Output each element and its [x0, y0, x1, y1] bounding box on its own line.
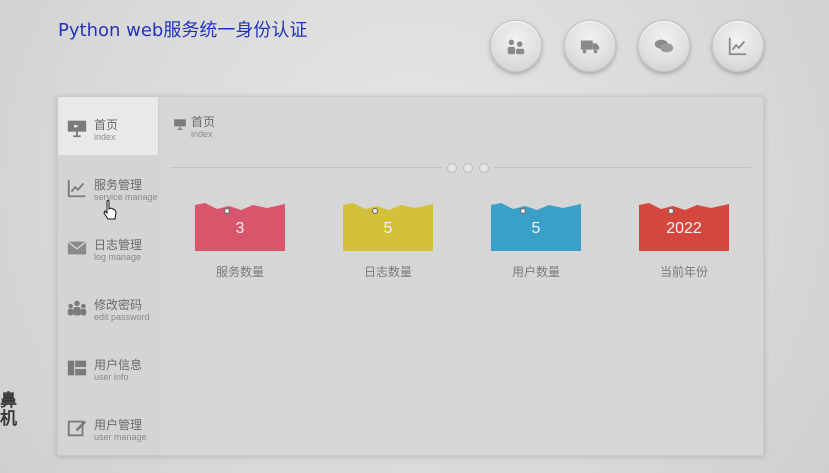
chat-button[interactable] — [638, 20, 690, 72]
breadcrumb: 首页 index — [173, 115, 215, 140]
sidebar-item-sublabel: edit password — [94, 312, 150, 322]
sidebar: 首页 index 服务管理 service manage 日志管理 log manag… — [58, 97, 159, 455]
app-title: Python web服务统一身份认证 — [58, 20, 308, 41]
envelope-icon — [67, 241, 87, 255]
stat-value: 5 — [531, 220, 541, 237]
stat-label: 当前年份 — [659, 265, 708, 279]
sidebar-item-label: 用户信息 — [94, 358, 143, 372]
stat-card-services: 3 服务数量 — [195, 203, 285, 280]
edit-icon — [67, 420, 87, 437]
presentation-icon — [174, 119, 186, 130]
stat-label: 用户数量 — [511, 265, 560, 279]
stat-card-year: 2022 当前年份 — [639, 203, 729, 280]
stat-value: 5 — [383, 220, 393, 237]
chart-icon — [728, 37, 747, 56]
stat-label: 日志数量 — [363, 265, 412, 279]
sidebar-item-label: 用户管理 — [94, 418, 143, 432]
stat-cards: 3 服务数量 5 日志数量 5 用户数量 2022 当前年份 — [195, 203, 729, 280]
sidebar-item-user-info[interactable]: 用户信息 user info — [58, 337, 158, 395]
line-chart-icon — [67, 179, 86, 198]
sidebar-item-user-manage[interactable]: 用户管理 user manage — [58, 397, 158, 455]
users-icon — [507, 39, 525, 55]
breadcrumb-sublabel: index — [191, 129, 213, 139]
truck-button[interactable] — [564, 20, 616, 72]
hand-cursor-icon — [103, 200, 117, 220]
sidebar-item-label: 日志管理 — [94, 238, 143, 252]
sidebar-item-sublabel: user info — [94, 372, 129, 382]
group-icon — [67, 300, 87, 316]
chart-button[interactable] — [712, 20, 764, 72]
content-area: 首页 index 3 服务数量 5 日志数量 5 用户数量 2022 当前年份 — [158, 97, 763, 455]
sidebar-item-edit-password[interactable]: 修改密码 edit password — [58, 277, 158, 335]
sidebar-item-sublabel: user manage — [94, 432, 147, 442]
layout-icon — [67, 360, 87, 376]
top-toolbar — [490, 20, 764, 72]
stat-label: 服务数量 — [215, 265, 264, 279]
sidebar-item-sublabel: log manage — [94, 252, 142, 262]
stat-value: 3 — [235, 220, 245, 237]
chat-icon — [654, 39, 674, 53]
sidebar-item-sublabel: index — [94, 132, 116, 142]
users-button[interactable] — [490, 20, 542, 72]
watermark: 鼻机 — [0, 391, 17, 428]
sidebar-item-label: 服务管理 — [94, 178, 143, 192]
main-panel: 首页 index 服务管理 service manage 日志管理 log manag… — [57, 96, 764, 456]
divider-dots — [443, 163, 493, 173]
breadcrumb-label: 首页 — [191, 115, 216, 129]
stat-value: 2022 — [666, 220, 702, 237]
stat-card-users: 5 用户数量 — [491, 203, 581, 280]
truck-icon — [580, 40, 600, 54]
presentation-icon — [67, 120, 87, 138]
sidebar-item-label: 修改密码 — [94, 298, 143, 312]
sidebar-item-label: 首页 — [94, 118, 119, 132]
sidebar-item-index[interactable]: 首页 index — [58, 97, 159, 155]
sidebar-item-log-manage[interactable]: 日志管理 log manage — [58, 217, 158, 275]
stat-card-logs: 5 日志数量 — [343, 203, 433, 280]
